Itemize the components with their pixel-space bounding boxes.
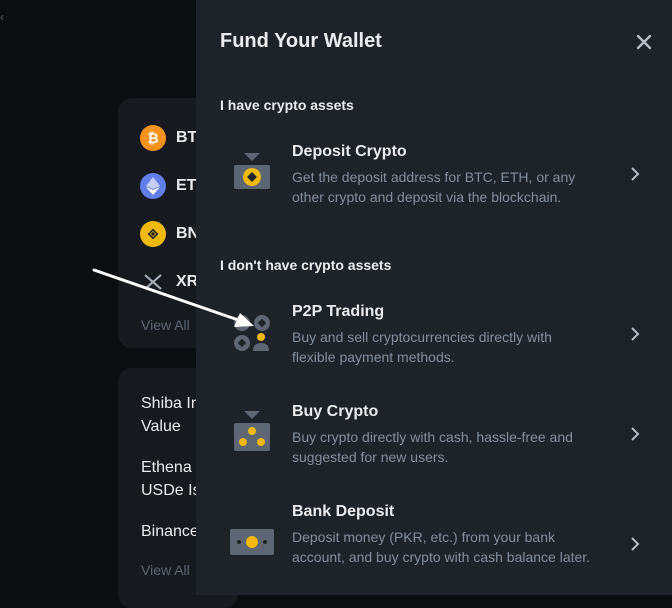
- bank-deposit-icon: [230, 529, 274, 555]
- close-icon: [636, 34, 652, 50]
- option-title: Deposit Crypto: [292, 143, 407, 160]
- coin-row-btc[interactable]: ₿ BT: [140, 124, 197, 152]
- ethereum-icon: [140, 173, 166, 199]
- bank-deposit-option[interactable]: Bank Deposit Deposit money (PKR, etc.) f…: [220, 503, 660, 593]
- deposit-crypto-icon: [234, 153, 270, 189]
- coin-symbol: XR: [176, 273, 199, 290]
- buy-crypto-option[interactable]: Buy Crypto Buy crypto directly with cash…: [220, 403, 660, 473]
- view-all-link[interactable]: View All: [141, 317, 190, 333]
- view-all-link[interactable]: View All: [141, 562, 190, 578]
- section-label-no-crypto: I don't have crypto assets: [220, 257, 392, 273]
- coin-row-xrp[interactable]: XR: [140, 268, 198, 296]
- option-description: Buy crypto directly with cash, hassle-fr…: [292, 429, 573, 465]
- coin-row-eth[interactable]: ET: [140, 172, 196, 200]
- option-title: Bank Deposit: [292, 503, 395, 520]
- option-description: Buy and sell cryptocurrencies directly w…: [292, 329, 552, 365]
- chevron-right-icon: [631, 427, 640, 441]
- option-description: Get the deposit address for BTC, ETH, or…: [292, 169, 576, 205]
- buy-crypto-icon: [234, 411, 270, 451]
- close-button[interactable]: [632, 30, 656, 54]
- bitcoin-icon: ₿: [140, 125, 166, 151]
- fund-wallet-panel: Fund Your Wallet I have crypto assets De…: [196, 0, 672, 595]
- coin-symbol: BT: [176, 129, 198, 146]
- xrp-icon: [140, 269, 166, 295]
- coin-row-bnb[interactable]: BN: [140, 220, 199, 248]
- chevron-right-icon: [631, 167, 640, 181]
- bnb-icon: [140, 221, 166, 247]
- option-title: Buy Crypto: [292, 403, 379, 420]
- deposit-crypto-option[interactable]: Deposit Crypto Get the deposit address f…: [220, 143, 660, 213]
- panel-title: Fund Your Wallet: [220, 30, 382, 52]
- p2p-trading-option[interactable]: P2P Trading Buy and sell cryptocurrencie…: [220, 303, 660, 373]
- chevron-right-icon: [631, 537, 640, 551]
- option-title: P2P Trading: [292, 303, 385, 320]
- coin-symbol: ET: [176, 177, 197, 194]
- chevron-right-icon: [631, 327, 640, 341]
- option-description: Deposit money (PKR, etc.) from your bank…: [292, 529, 591, 565]
- edge-mark: ‹: [0, 10, 4, 24]
- section-label-have-crypto: I have crypto assets: [220, 97, 354, 113]
- p2p-trading-icon: [234, 315, 270, 351]
